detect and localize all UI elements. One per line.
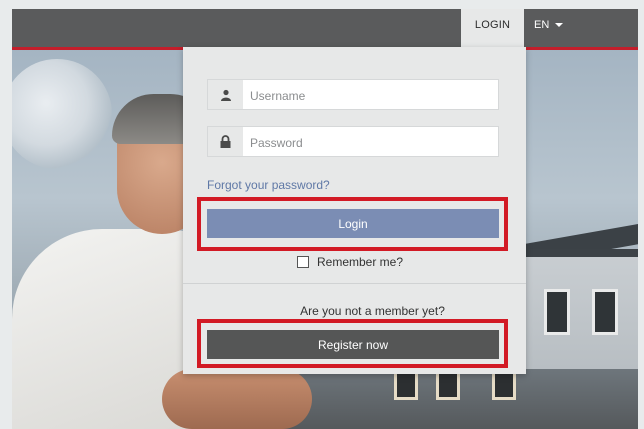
house-window [592,289,618,335]
lock-icon [208,127,243,156]
language-selector[interactable]: EN [534,9,564,41]
remember-me-label: Remember me? [317,255,404,269]
register-button[interactable]: Register now [207,330,499,359]
password-field [207,126,499,158]
caret-down-icon [555,23,564,28]
username-input[interactable] [248,80,497,111]
forgot-password-link[interactable]: Forgot your password? [207,178,330,192]
not-member-text: Are you not a member yet? [300,304,445,318]
password-input[interactable] [248,127,497,158]
remember-me[interactable]: Remember me? [297,255,403,269]
login-tab[interactable]: LOGIN [461,9,524,47]
username-field [207,79,499,111]
language-label: EN [534,19,550,31]
login-dropdown-panel: Forgot your password? Login Remember me?… [183,47,526,374]
page-viewport: LOGIN EN Forgot your password? Login Rem… [12,9,638,429]
top-navigation-bar: LOGIN EN [12,9,638,50]
house-window [544,289,570,335]
remember-me-checkbox[interactable] [297,256,309,268]
panel-divider [183,283,526,284]
person-arm [162,369,312,429]
user-icon [208,80,243,109]
login-button[interactable]: Login [207,209,499,238]
